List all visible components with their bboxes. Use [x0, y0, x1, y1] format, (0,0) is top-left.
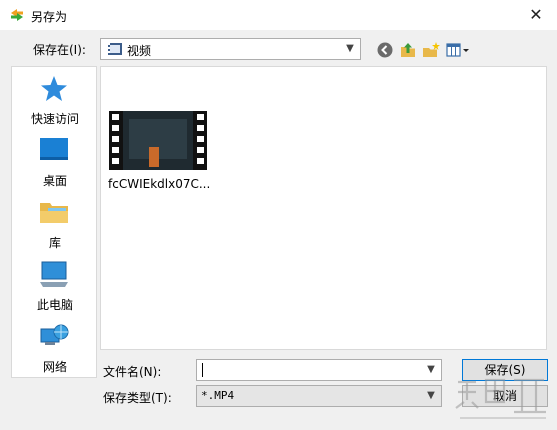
place-desktop[interactable]: 桌面 — [12, 135, 98, 193]
look-in-value: 视频 — [127, 44, 152, 58]
new-folder-icon[interactable] — [421, 40, 441, 60]
window-title: 另存为 — [31, 10, 68, 24]
filename-label: 文件名(N): — [103, 365, 162, 379]
look-in-dropdown[interactable]: 视频 ▼ — [100, 38, 361, 60]
text-caret — [202, 363, 203, 377]
save-as-icon — [11, 9, 23, 21]
video-thumbnail — [109, 111, 207, 170]
filetype-label: 保存类型(T): — [103, 391, 172, 405]
view-menu-icon[interactable] — [445, 40, 471, 60]
place-network[interactable]: 网络 — [12, 321, 98, 379]
network-icon — [40, 324, 69, 345]
place-label: 快速访问 — [30, 112, 79, 126]
file-name: fcCWIEkdlx07C... — [108, 177, 211, 191]
place-quick-access[interactable]: 快速访问 — [12, 73, 98, 131]
computer-icon — [40, 261, 68, 287]
place-this-pc[interactable]: 此电脑 — [12, 259, 98, 317]
close-button[interactable]: ✕ — [521, 3, 551, 27]
star-icon — [41, 76, 67, 101]
filetype-select[interactable]: *.MP4 ▼ — [196, 385, 442, 407]
file-list[interactable]: fcCWIEkdlx07C... — [100, 66, 547, 350]
back-icon[interactable] — [375, 40, 395, 60]
place-label: 桌面 — [42, 174, 67, 188]
place-label: 网络 — [42, 360, 67, 374]
desktop-icon — [40, 138, 68, 160]
chevron-down-icon[interactable]: ▼ — [342, 40, 358, 58]
close-icon: ✕ — [529, 5, 543, 24]
file-item[interactable]: fcCWIEkdlx07C... — [106, 108, 210, 192]
library-icon — [40, 203, 68, 223]
filetype-value: *.MP4 — [201, 389, 235, 402]
video-folder-icon — [108, 43, 122, 55]
chevron-down-icon[interactable]: ▼ — [424, 387, 438, 405]
places-bar: 快速访问 桌面 库 此电脑 网络 — [11, 66, 97, 378]
chevron-down-icon[interactable]: ▼ — [424, 361, 438, 379]
up-folder-icon[interactable] — [398, 40, 418, 60]
title-bar: 另存为 ✕ — [0, 0, 557, 31]
place-library[interactable]: 库 — [12, 197, 98, 255]
filename-input[interactable]: ▼ — [196, 359, 442, 381]
place-label: 此电脑 — [36, 298, 73, 312]
place-label: 库 — [48, 236, 61, 250]
watermark-logo — [455, 378, 546, 419]
look-in-label: 保存在(I): — [33, 43, 86, 57]
